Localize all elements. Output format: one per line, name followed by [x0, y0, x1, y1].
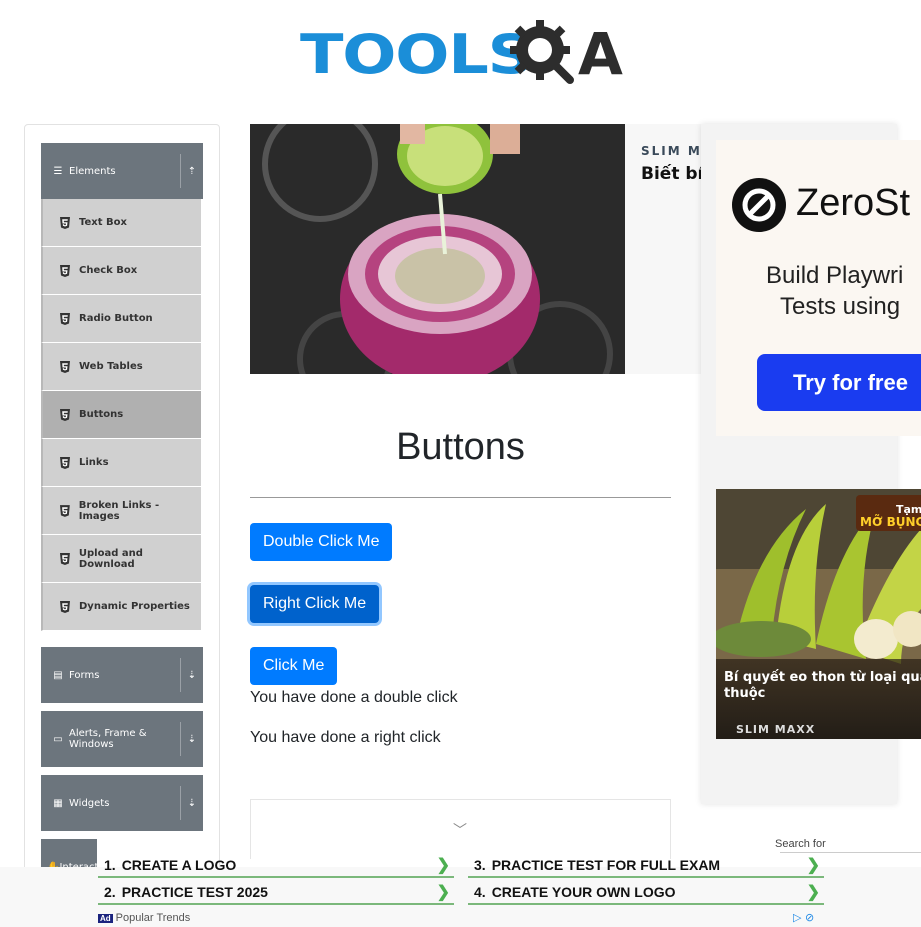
sidebar-item-label: Broken Links - Images [78, 499, 160, 522]
banana-brand: SLIM MAXX [736, 723, 816, 736]
sidebar-item-label: Upload and Download [78, 547, 143, 570]
right-click-button[interactable]: Right Click Me [250, 585, 380, 623]
ad-link-1[interactable]: 1. CREATE A LOGO ❯ [98, 854, 454, 878]
sidebar-item-label: Check Box [79, 265, 138, 276]
zerostep-logo-icon [732, 178, 786, 232]
html5-icon [60, 456, 70, 469]
sidebar-item-label: Dynamic Properties [79, 601, 190, 612]
ad-link-2[interactable]: 2. PRACTICE TEST 2025 ❯ [98, 881, 454, 905]
html5-icon [59, 504, 70, 517]
popular-trends-label: Popular Trends [115, 912, 191, 924]
html5-icon [60, 264, 70, 277]
title-divider [250, 497, 671, 498]
ad-link-3[interactable]: 3. PRACTICE TEST FOR FULL EXAM ❯ [468, 854, 824, 878]
sidebar-item-label: Text Box [79, 217, 127, 228]
html5-icon [60, 408, 70, 421]
double-click-button[interactable]: Double Click Me [250, 523, 393, 561]
html5-icon [60, 312, 70, 325]
double-click-message: You have done a double click [250, 689, 458, 706]
grid-icon: ▦ [53, 797, 63, 809]
expand-arrow-icon[interactable]: ⇣ [181, 798, 203, 809]
sidebar-item-dynamic-properties[interactable]: Dynamic Properties [41, 583, 201, 631]
adchoices-hide-icon[interactable]: ⊘ [805, 911, 814, 924]
group-alerts[interactable]: ▭ Alerts, Frame & Windows ⇣ [41, 711, 203, 767]
ad-attribution[interactable]: Ad Popular Trends [98, 912, 190, 924]
group-forms[interactable]: ▤ Forms ⇣ [41, 647, 203, 703]
right-click-message: You have done a right click [250, 729, 441, 746]
expand-arrow-icon[interactable]: ⇣ [181, 670, 203, 681]
ad-badge: Ad [98, 913, 113, 923]
sidebar-item-broken-links[interactable]: Broken Links - Images [41, 487, 201, 535]
adchoices-play-icon[interactable]: ▷ [793, 911, 801, 924]
ad-link-4[interactable]: 4. CREATE YOUR OWN LOGO ❯ [468, 881, 824, 905]
sidebar-item-radio-button[interactable]: Radio Button [41, 295, 201, 343]
group-elements[interactable]: ☰ Elements ⇡ [41, 143, 203, 199]
ad-link-text: PRACTICE TEST 2025 [121, 884, 268, 900]
ad-link-text: CREATE YOUR OWN LOGO [491, 884, 676, 900]
page-title: Buttons [396, 426, 525, 468]
try-for-free-button[interactable]: Try for free [757, 354, 921, 411]
sidebar-item-label: Buttons [79, 409, 124, 420]
ad-choices-icons[interactable]: ▷ ⊘ [793, 911, 814, 924]
toolsqa-logo[interactable]: TOOLS A [300, 14, 630, 94]
chevron-right-icon: ❯ [806, 857, 820, 874]
search-for-label: Search for [775, 838, 826, 850]
document-icon: ▤ [53, 669, 63, 681]
sidebar-item-label: Web Tables [79, 361, 143, 372]
zerostep-line2: Tests using [780, 293, 901, 320]
zerostep-ad[interactable]: ZeroSt Build Playwri Tests using Try for… [716, 140, 921, 436]
ad-headline: Biết bí [641, 164, 701, 184]
ad-link-number: 4. [474, 884, 486, 900]
zerostep-name: ZeroSt [796, 182, 911, 224]
sidebar-item-buttons[interactable]: Buttons [41, 391, 201, 439]
sidebar-item-links[interactable]: Links [41, 439, 201, 487]
ad-link-number: 1. [104, 857, 116, 873]
group-elements-label: Elements [69, 165, 116, 177]
sidebar-item-label: Links [79, 457, 109, 468]
collapsed-panel[interactable]: ﹀ [250, 799, 671, 859]
logo-suffix: A [578, 20, 623, 88]
sidebar-item-check-box[interactable]: Check Box [41, 247, 201, 295]
banana-tag-2: MỠ BỤNG, [860, 515, 921, 529]
search-divider [780, 852, 921, 853]
sidebar: ☰ Elements ⇡ Text Box Check Box Radio Bu… [24, 124, 220, 884]
sidebar-item-label: Radio Button [79, 313, 153, 324]
ad-link-number: 3. [474, 857, 486, 873]
group-forms-label: Forms [69, 669, 100, 681]
chevron-right-icon: ❯ [436, 884, 450, 901]
onion-lime-photo [250, 124, 625, 374]
group-alerts-label: Alerts, Frame & Windows [69, 728, 147, 750]
hamburger-icon: ☰ [53, 165, 63, 177]
html5-icon [59, 552, 70, 565]
group-widgets-label: Widgets [69, 797, 110, 809]
sidebar-item-web-tables[interactable]: Web Tables [41, 343, 201, 391]
collapse-arrow-icon[interactable]: ⇡ [181, 166, 203, 177]
zerostep-line1: Build Playwri [766, 262, 904, 289]
gear-magnifier-icon [510, 20, 574, 84]
click-me-button[interactable]: Click Me [250, 647, 338, 685]
ad-link-text: PRACTICE TEST FOR FULL EXAM [491, 857, 721, 873]
ad-link-number: 2. [104, 884, 116, 900]
expand-arrow-icon[interactable]: ⇣ [181, 734, 203, 745]
banana-caption: Bí quyết eo thon từ loại quả q thuộc [724, 670, 921, 701]
logo-text: TOOLS [300, 22, 534, 86]
html5-icon [60, 216, 70, 229]
ad-banner-top[interactable]: SLIM MA Biết bí [250, 124, 701, 374]
chevron-down-icon[interactable]: ﹀ [453, 820, 467, 840]
ad-link-text: CREATE A LOGO [121, 857, 237, 873]
html5-icon [60, 360, 70, 373]
ad-brand: SLIM MA [641, 144, 701, 158]
chevron-right-icon: ❯ [436, 857, 450, 874]
group-widgets[interactable]: ▦ Widgets ⇣ [41, 775, 203, 831]
html5-icon [60, 600, 70, 613]
sidebar-item-upload-download[interactable]: Upload and Download [41, 535, 201, 583]
elements-item-list: Text Box Check Box Radio Button Web Tabl… [41, 199, 201, 631]
banana-ad[interactable]: Tạm MỠ BỤNG, Bí quyết eo thon từ loại qu… [716, 489, 921, 739]
chevron-right-icon: ❯ [806, 884, 820, 901]
sidebar-item-text-box[interactable]: Text Box [41, 199, 201, 247]
window-icon: ▭ [53, 733, 63, 745]
